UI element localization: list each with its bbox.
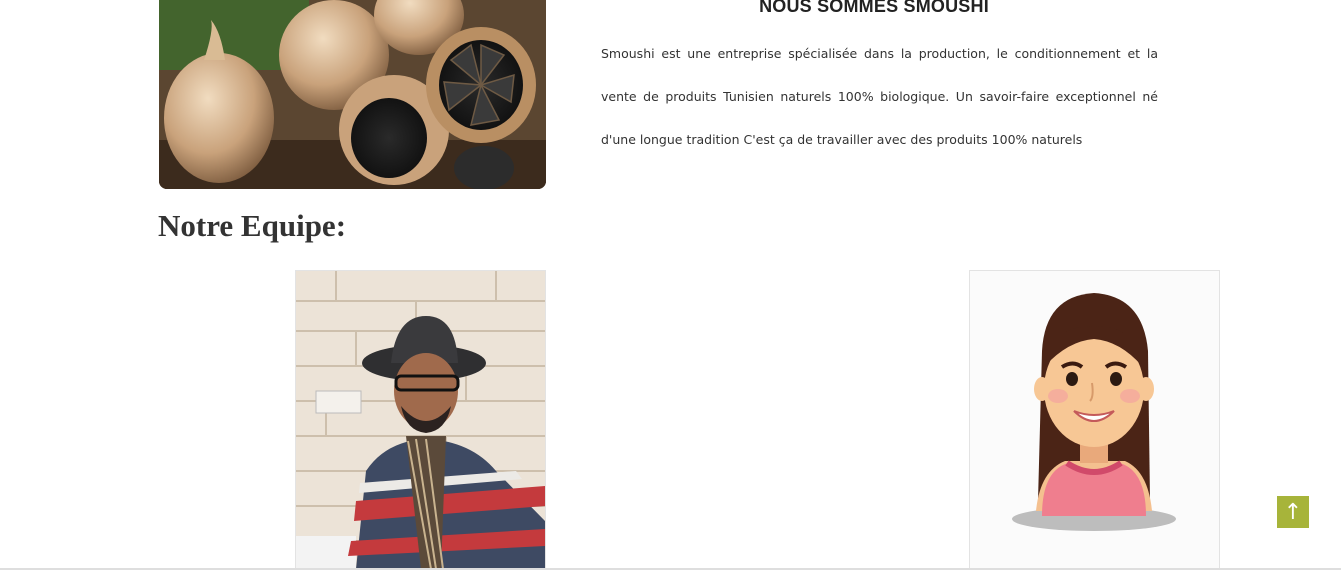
team-member-card-1	[295, 270, 546, 570]
garlic-photo	[159, 0, 546, 189]
about-paragraph: Smoushi est une entreprise spécialisée d…	[601, 46, 1158, 147]
arrow-up-icon: ↑	[1283, 499, 1303, 525]
garlic-illustration	[159, 0, 546, 189]
team-member-avatar-2	[970, 271, 1219, 569]
about-title: NOUS SOMMES SMOUSHI	[759, 0, 989, 16]
team-heading: Notre Equipe:	[158, 208, 347, 243]
team-member-photo-1	[296, 271, 545, 569]
scroll-to-top-button[interactable]: ↑	[1277, 496, 1309, 528]
team-member-card-2	[969, 270, 1220, 570]
